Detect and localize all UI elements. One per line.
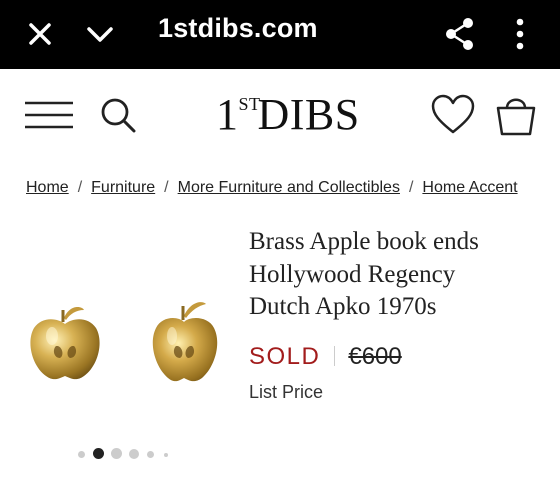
breadcrumb: Home / Furniture / More Furniture and Collec… [26,178,560,198]
more-vert-icon[interactable] [500,14,540,54]
heart-icon[interactable] [430,93,476,135]
search-icon[interactable] [98,95,138,135]
site-header: 1 ST DIBS [0,69,560,165]
product-image-apple-right[interactable] [150,296,220,384]
sold-status: SOLD [249,343,321,370]
breadcrumb-separator: / [77,179,83,196]
product-title-line: Hollywood Regency [249,260,456,288]
share-icon[interactable] [440,14,480,54]
logo-superscript: ST [238,94,261,114]
breadcrumb-more-furniture[interactable]: More Furniture and Collectibles [178,179,400,196]
list-price-label: List Price [249,382,324,402]
browser-toolbar: 1stdibs.com [0,0,560,69]
breadcrumb-home-accents[interactable]: Home Accent [422,179,517,196]
product-title-line: Dutch Apko 1970s [249,293,437,320]
carousel-dot[interactable] [147,451,154,458]
carousel-dot[interactable] [164,453,168,457]
product-image-apple-left[interactable] [28,300,102,382]
product-title: Brass Apple book ends Hollywood Regency … [249,226,549,324]
breadcrumb-separator: / [408,179,414,196]
carousel-dot-active[interactable] [93,448,104,459]
menu-icon[interactable] [24,100,74,130]
logo-wordmark: DIBS [257,90,360,139]
carousel-dot[interactable] [129,449,139,459]
list-price-value: €600 [348,343,402,370]
carousel-dot[interactable] [78,451,85,458]
price-divider [334,346,336,366]
price-row: SOLD €600 [249,341,402,375]
breadcrumb-separator: / [164,179,169,196]
image-carousel-indicator[interactable] [76,446,186,460]
close-icon[interactable] [20,14,60,54]
carousel-dot[interactable] [111,448,122,459]
url-domain[interactable]: 1stdibs.com [158,12,318,44]
product-title-line: Brass Apple book ends [249,228,479,255]
site-logo[interactable]: 1 ST DIBS [216,91,360,139]
breadcrumb-home[interactable]: Home [26,179,69,196]
breadcrumb-furniture[interactable]: Furniture [91,179,155,196]
chevron-down-icon[interactable] [80,14,120,54]
logo-numeral: 1 [216,90,239,139]
shopping-bag-icon[interactable] [494,93,538,137]
